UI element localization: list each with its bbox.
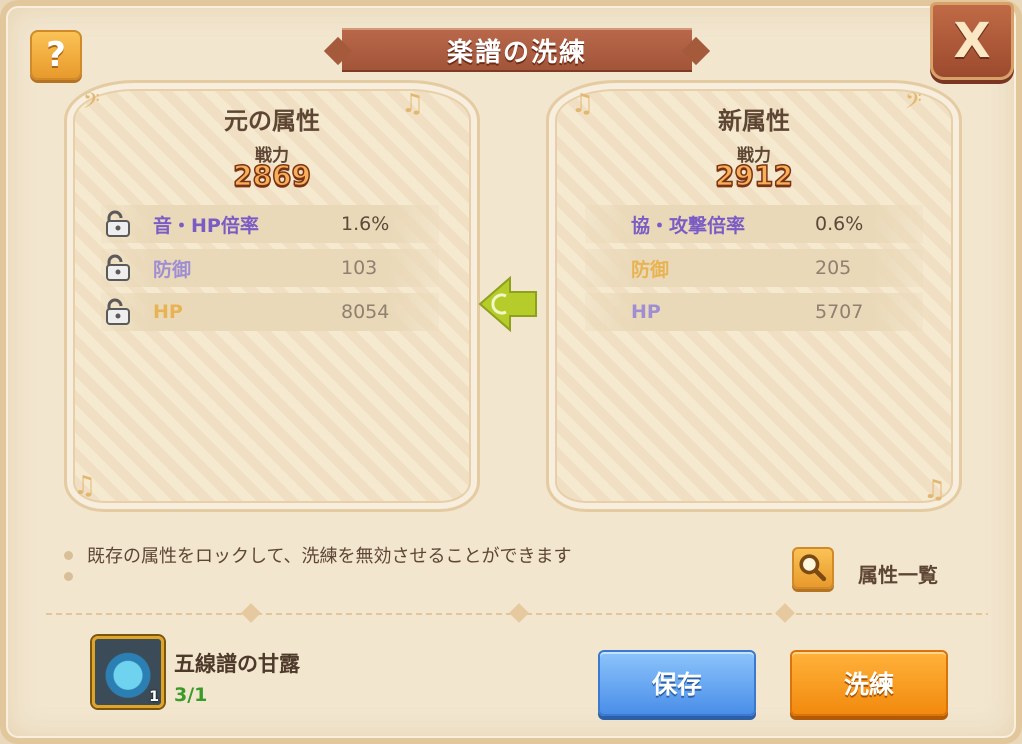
info-line	[64, 572, 87, 581]
info-text: 既存の属性をロックして、洗練を無効させることができます	[87, 546, 572, 567]
attribute-list-button[interactable]	[792, 547, 834, 589]
attribute-list-label[interactable]: 属性一覧	[858, 559, 938, 588]
divider-ornament	[775, 603, 795, 623]
stat-name: 協・攻撃倍率	[631, 214, 746, 237]
bullet-icon	[64, 572, 73, 581]
stat-name: HP	[153, 301, 183, 323]
refine-dialog: ? 楽譜の洗練 X 𝄢 ♫ ♫ 元の属性 戦力 2869 音・HP倍率 1.6%	[0, 0, 1022, 744]
stat-row: 防御 205	[585, 249, 923, 287]
unlock-icon[interactable]	[103, 254, 133, 282]
stat-row: 協・攻撃倍率 0.6%	[585, 205, 923, 243]
stat-row: HP 8054	[101, 293, 439, 331]
stat-value: 0.6%	[815, 213, 864, 235]
power-value: 2912	[714, 158, 793, 193]
stat-name: 防御	[631, 258, 670, 281]
material-icon[interactable]: 1	[92, 636, 164, 708]
question-icon: ?	[46, 35, 66, 75]
refine-button[interactable]: 洗練	[790, 650, 948, 716]
stat-name: 音・HP倍率	[153, 214, 259, 237]
divider-ornament	[241, 603, 261, 623]
new-attributes-panel: ♫ 𝄢 ♫ 新属性 戦力 2912 協・攻撃倍率 0.6% 防御 205 HP …	[546, 80, 962, 512]
dialog-title-ribbon: 楽譜の洗練	[342, 28, 692, 72]
stat-row: 音・HP倍率 1.6%	[101, 205, 439, 243]
music-note-icon: ♫	[923, 475, 947, 505]
stat-name: HP	[631, 301, 661, 323]
arrow-left-icon	[478, 275, 537, 333]
unlock-icon[interactable]	[103, 210, 133, 238]
divider-ornament	[509, 603, 529, 623]
close-button[interactable]: X	[930, 2, 1014, 80]
stat-name: 防御	[153, 258, 192, 281]
bullet-icon	[64, 550, 73, 560]
item-count-badge: 1	[149, 689, 159, 705]
stat-value: 8054	[341, 301, 390, 323]
music-note-icon: ♫	[73, 471, 97, 501]
panel-title: 新属性	[718, 107, 790, 135]
search-icon	[799, 554, 827, 582]
stat-row: HP 5707	[585, 293, 923, 331]
dialog-title: 楽譜の洗練	[446, 37, 587, 68]
stat-value: 5707	[815, 301, 864, 323]
material-name: 五線譜の甘露	[174, 652, 300, 676]
stat-value: 103	[341, 257, 378, 279]
help-button[interactable]: ?	[30, 30, 82, 80]
panel-title: 元の属性	[224, 107, 320, 135]
power-value: 2869	[232, 158, 311, 193]
original-attributes-panel: 𝄢 ♫ ♫ 元の属性 戦力 2869 音・HP倍率 1.6% 防御 103 HP…	[64, 80, 480, 512]
stat-value: 1.6%	[341, 213, 390, 235]
stat-value: 205	[815, 257, 852, 279]
info-line: 既存の属性をロックして、洗練を無効させることができます	[64, 542, 572, 568]
save-button[interactable]: 保存	[598, 650, 756, 716]
material-quantity: 3/1	[174, 684, 208, 706]
stat-row: 防御 103	[101, 249, 439, 287]
unlock-icon[interactable]	[103, 298, 133, 326]
close-icon: X	[953, 13, 991, 69]
